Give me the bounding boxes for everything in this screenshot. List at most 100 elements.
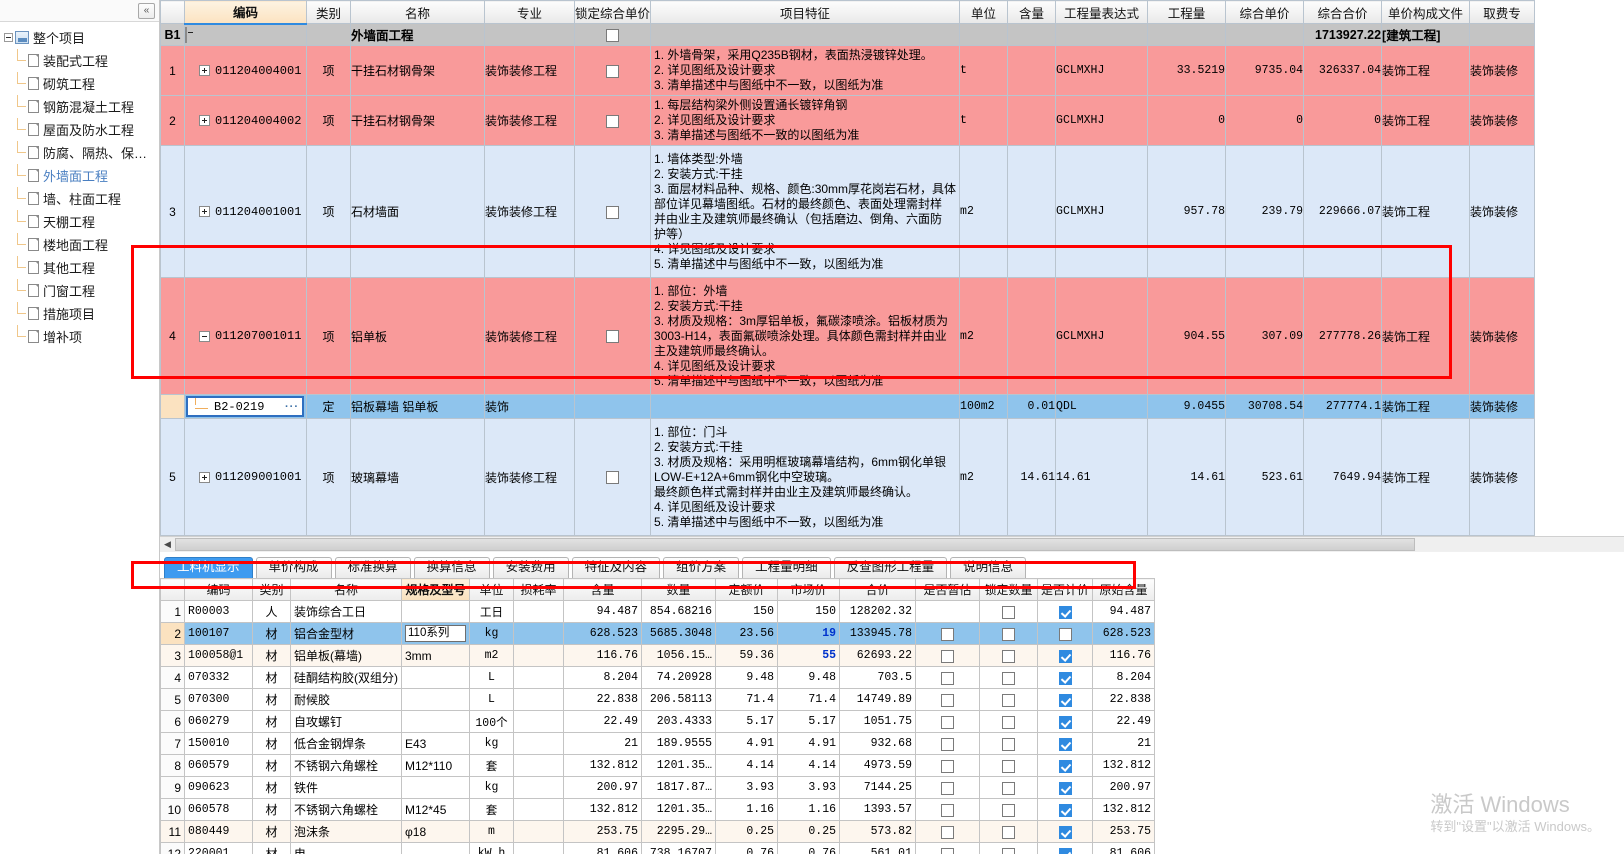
bill-cell-fee-major[interactable]: 装饰装修 [1469,277,1536,395]
is-priced-checkbox[interactable] [1058,759,1072,773]
is-provisional-checkbox[interactable] [941,671,954,685]
lock-price-checkbox[interactable] [606,205,619,219]
lock-quantity-checkbox[interactable] [1002,825,1015,839]
bill-row[interactable]: 4 011207001011 项 铝单板 装饰装修工程 1. 部位：外墙 2. 安装方式:… [160,277,1536,395]
sidebar-item-6[interactable]: 外墙面工程 [2,164,159,187]
resource-row[interactable]: 10 060578 材 不锈钢六角螺栓 M12*45 套 132.812 1201.35… 1.… [160,798,1156,821]
is-priced-checkbox[interactable] [1058,737,1072,751]
resource-cell-market-price[interactable]: 5.17 [777,710,840,733]
bill-cell-price-file[interactable]: 装饰工程 [1381,95,1471,146]
resource-cell-market-price[interactable]: 3.93 [777,776,840,799]
resource-cell-market-price[interactable]: 1.16 [777,798,840,821]
resource-cell-spec[interactable]: φ18 [401,820,470,843]
expand-row-icon[interactable] [199,115,210,126]
resource-cell-spec[interactable] [401,842,470,854]
bill-cell-lock-price[interactable] [573,418,652,536]
resource-col-header-idx[interactable] [160,578,185,601]
bill-row[interactable]: 3 011204001001 项 石材墙面 装饰装修工程 1. 墙体类型:外墙 2. 安装… [160,145,1536,278]
is-provisional-checkbox[interactable] [941,715,954,729]
sidebar-item-5[interactable]: 防腐、隔热、保… [2,141,159,164]
tab-2[interactable]: 单价构成 [255,557,332,578]
code-editor-input[interactable]: B2-0219 ··· [186,396,304,417]
sidebar-item-4[interactable]: 屋面及防水工程 [2,118,159,141]
bill-col-header-price_file[interactable]: 单价构成文件 [1381,0,1471,24]
lock-quantity-checkbox[interactable] [1002,627,1015,641]
expand-row-icon[interactable] [199,206,210,217]
bill-cell-lock-price[interactable] [573,45,652,96]
tab-7[interactable]: 组价方案 [663,557,740,578]
bill-cell-lock-price[interactable] [573,145,652,278]
resource-cell-spec[interactable] [401,600,470,623]
bill-cell-price-file[interactable]: 装饰工程 [1381,45,1471,96]
bill-cell-code[interactable]: 011204004002 [184,95,307,146]
resource-row[interactable]: 11 080449 材 泡沫条 φ18 m 253.75 2295.29… 0.25 0.25 57… [160,820,1156,843]
bill-col-header-content[interactable]: 含量 [1007,0,1057,24]
resource-cell-market-price[interactable]: 71.4 [777,688,840,711]
resource-col-header-category[interactable]: 类别 [252,578,291,601]
resource-row[interactable]: 9 090623 材 铁件 kg 200.97 1817.87… 3.93 3.93 7144.2… [160,776,1156,799]
sidebar-item-1[interactable]: 装配式工程 [2,49,159,72]
resource-row[interactable]: 7 150010 材 低合金钢焊条 E43 kg 21 189.9555 4.91 4.91 932… [160,732,1156,755]
bill-cell-qty-expression[interactable]: GCLMXHJ [1055,45,1149,96]
lock-quantity-checkbox[interactable] [1002,693,1015,707]
scrollbar-track[interactable] [175,538,1624,551]
collapse-row-icon[interactable] [199,330,210,342]
resource-row[interactable]: 4 070332 材 硅酮结构胶(双组分) L 8.204 74.20928 9.48 9.48… [160,666,1156,689]
resource-row[interactable]: 5 070300 材 耐候胶 L 22.838 206.58113 71.4 71.4 14749… [160,688,1156,711]
bill-col-header-qty_expr[interactable]: 工程量表达式 [1055,0,1149,24]
spec-model-input[interactable]: 110系列 [405,625,466,642]
bill-cell-price-file[interactable]: 装饰工程 [1381,145,1471,278]
resource-col-header-spec[interactable]: 规格及型号 [401,578,470,601]
is-provisional-checkbox[interactable] [941,825,954,839]
resource-cell-spec[interactable] [401,688,470,711]
resource-row[interactable]: 6 060279 材 自攻螺钉 100个 22.49 203.4333 5.17 5.17 105… [160,710,1156,733]
bill-col-header-category[interactable]: 类别 [306,0,351,24]
bill-cell-qty-expression[interactable]: GCLMXHJ [1055,145,1149,278]
tab-5[interactable]: 安装费用 [492,557,569,578]
lock-quantity-checkbox[interactable] [1002,847,1015,854]
is-provisional-checkbox[interactable] [941,759,954,773]
resource-row[interactable]: 1 R00003 人 装饰综合工日 工日 94.487 854.68216 150 150 128… [160,600,1156,623]
bill-cell-qty-expression[interactable]: GCLMXHJ [1055,95,1149,146]
bill-cell-price-file[interactable]: 装饰工程 [1381,418,1471,536]
is-provisional-checkbox[interactable] [941,737,954,751]
resource-cell-spec[interactable] [401,776,470,799]
bill-cell-fee-major[interactable]: 装饰装修 [1469,394,1536,419]
bill-row[interactable]: 5 011209001001 项 玻璃幕墙 装饰装修工程 1. 部位：门斗 2. 安装方式… [160,418,1536,536]
resource-col-header-total[interactable]: 合价 [839,578,916,601]
expand-row-icon[interactable] [199,471,210,483]
resource-cell-market-price[interactable]: 0.76 [777,842,840,854]
is-priced-checkbox[interactable] [1058,693,1072,707]
bill-col-header-unit_price[interactable]: 综合单价 [1225,0,1305,24]
expand-row-icon[interactable] [199,65,210,76]
resource-cell-market-price[interactable]: 4.14 [777,754,840,777]
is-priced-checkbox[interactable] [1058,671,1072,685]
bill-cell-code[interactable]: 011209001001 [184,418,307,536]
tab-10[interactable]: 说明信息 [950,557,1027,578]
lock-price-checkbox[interactable] [606,28,619,42]
tab-3[interactable]: 标准换算 [334,557,411,578]
is-priced-checkbox[interactable] [1058,649,1072,663]
resource-col-header-is_provisional[interactable]: 是否暂估 [915,578,980,601]
resource-cell-market-price[interactable]: 4.91 [777,732,840,755]
is-provisional-checkbox[interactable] [941,781,954,795]
is-priced-checkbox[interactable] [1058,605,1072,619]
tab-1[interactable]: 工料机显示 [164,557,253,578]
bill-col-header-rownum[interactable] [160,0,185,24]
is-priced-checkbox[interactable] [1058,847,1072,854]
sidebar-item-13[interactable]: 增补项 [2,325,159,348]
is-provisional-checkbox[interactable] [941,803,954,817]
lock-price-checkbox[interactable] [606,330,619,344]
resource-row[interactable]: 3 100058@1 材 铝单板(幕墙) 3mm m2 116.76 1056.15… 59.3… [160,644,1156,667]
bill-cell-qty-expression[interactable]: 14.61 [1055,418,1149,536]
resource-cell-spec[interactable]: 3mm [401,644,470,667]
lock-price-checkbox[interactable] [606,471,619,485]
resource-col-header-is_priced[interactable]: 是否计价 [1036,578,1094,601]
bill-cell-qty-expression[interactable]: GCLMXHJ [1055,277,1149,395]
is-priced-checkbox[interactable] [1058,627,1072,641]
tab-8[interactable]: 工程量明细 [742,557,831,578]
bill-col-header-qty[interactable]: 工程量 [1147,0,1227,24]
resource-cell-spec[interactable]: 110系列 [401,622,470,645]
resource-cell-market-price[interactable]: 55 [777,644,840,667]
bill-cell-lock-price[interactable] [573,95,652,146]
